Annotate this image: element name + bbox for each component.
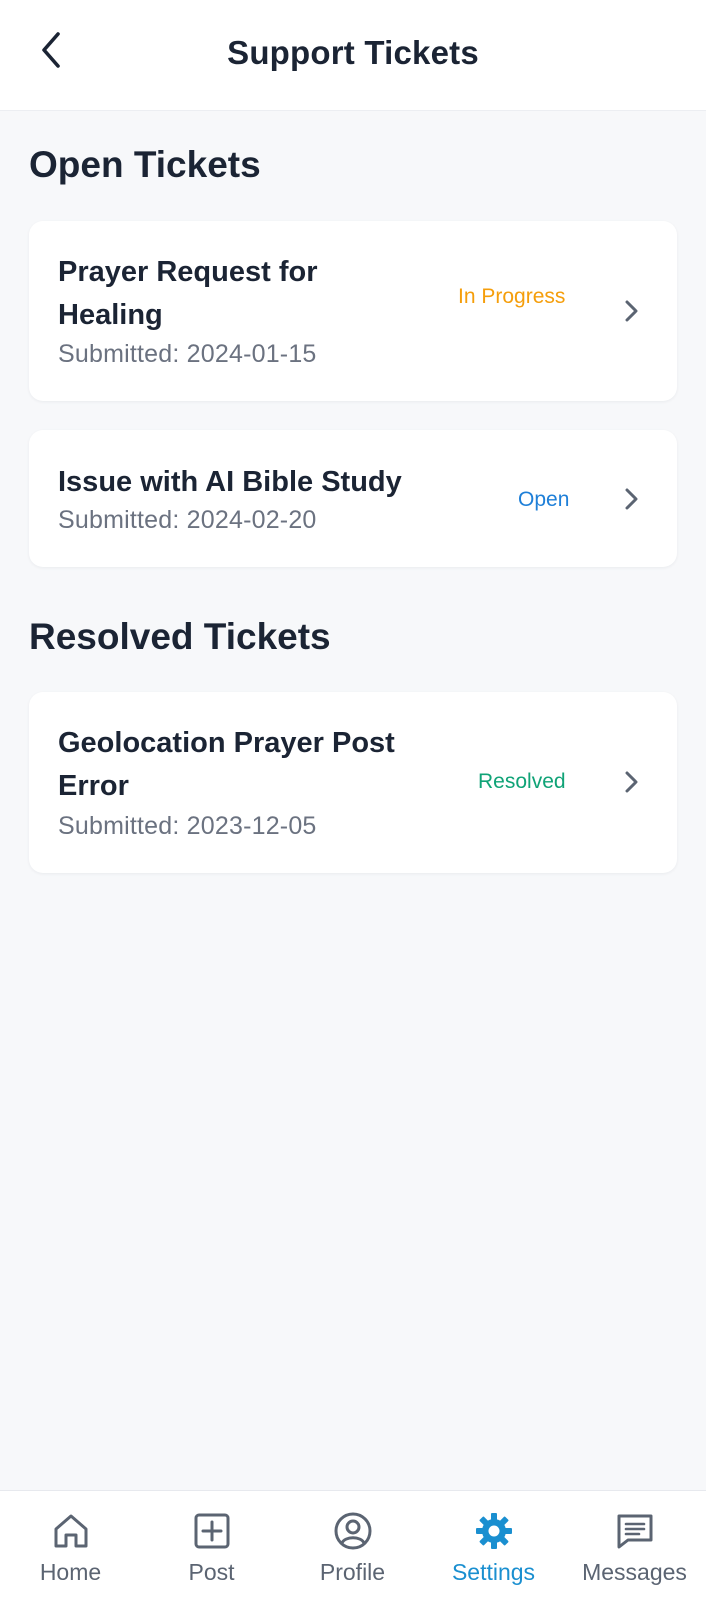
ticket-card[interactable]: Geolocation Prayer Post Error Submitted:… bbox=[29, 692, 677, 873]
ticket-title: Geolocation Prayer Post Error bbox=[58, 727, 395, 802]
gear-icon bbox=[475, 1513, 512, 1549]
ticket-title: Prayer Request for Healing bbox=[58, 256, 318, 331]
status-badge: Open bbox=[518, 488, 570, 511]
chevron-right-icon bbox=[625, 771, 638, 793]
resolved-tickets-heading: Resolved Tickets bbox=[29, 616, 331, 657]
open-tickets-heading: Open Tickets bbox=[29, 144, 261, 185]
nav-label: Settings bbox=[451, 1559, 536, 1585]
message-icon bbox=[617, 1514, 652, 1549]
ticket-submitted-date: Submitted: 2023-12-05 bbox=[58, 812, 317, 840]
nav-item-post[interactable]: Post bbox=[141, 1491, 282, 1600]
nav-item-messages[interactable]: Messages bbox=[564, 1491, 705, 1600]
home-icon bbox=[54, 1514, 87, 1548]
ticket-title: Issue with AI Bible Study bbox=[58, 466, 402, 498]
bottom-navigation: Home Post Profile Settings Messages bbox=[0, 1490, 706, 1600]
ticket-submitted-date: Submitted: 2024-02-20 bbox=[58, 506, 317, 534]
user-circle-icon bbox=[334, 1512, 371, 1550]
status-badge: Resolved bbox=[478, 770, 566, 793]
nav-label: Home bbox=[39, 1559, 102, 1585]
nav-label: Profile bbox=[319, 1559, 386, 1585]
nav-label: Post bbox=[188, 1559, 235, 1585]
ticket-card[interactable]: Prayer Request for Healing Submitted: 20… bbox=[29, 221, 677, 401]
app-screen: Support Tickets Open Tickets Prayer Requ… bbox=[0, 0, 706, 1600]
nav-item-home[interactable]: Home bbox=[0, 1491, 141, 1600]
ticket-card[interactable]: Issue with AI Bible Study Submitted: 202… bbox=[29, 430, 677, 567]
page-title: Support Tickets bbox=[227, 34, 479, 71]
chevron-right-icon bbox=[625, 488, 638, 510]
status-badge: In Progress bbox=[458, 285, 566, 308]
top-app-bar: Support Tickets bbox=[0, 0, 706, 111]
plus-square-icon bbox=[194, 1513, 229, 1549]
nav-item-settings[interactable]: Settings bbox=[423, 1491, 564, 1600]
chevron-right-icon bbox=[625, 300, 638, 322]
nav-item-profile[interactable]: Profile bbox=[282, 1491, 423, 1600]
ticket-submitted-date: Submitted: 2024-01-15 bbox=[58, 340, 317, 368]
nav-label: Messages bbox=[582, 1559, 687, 1585]
